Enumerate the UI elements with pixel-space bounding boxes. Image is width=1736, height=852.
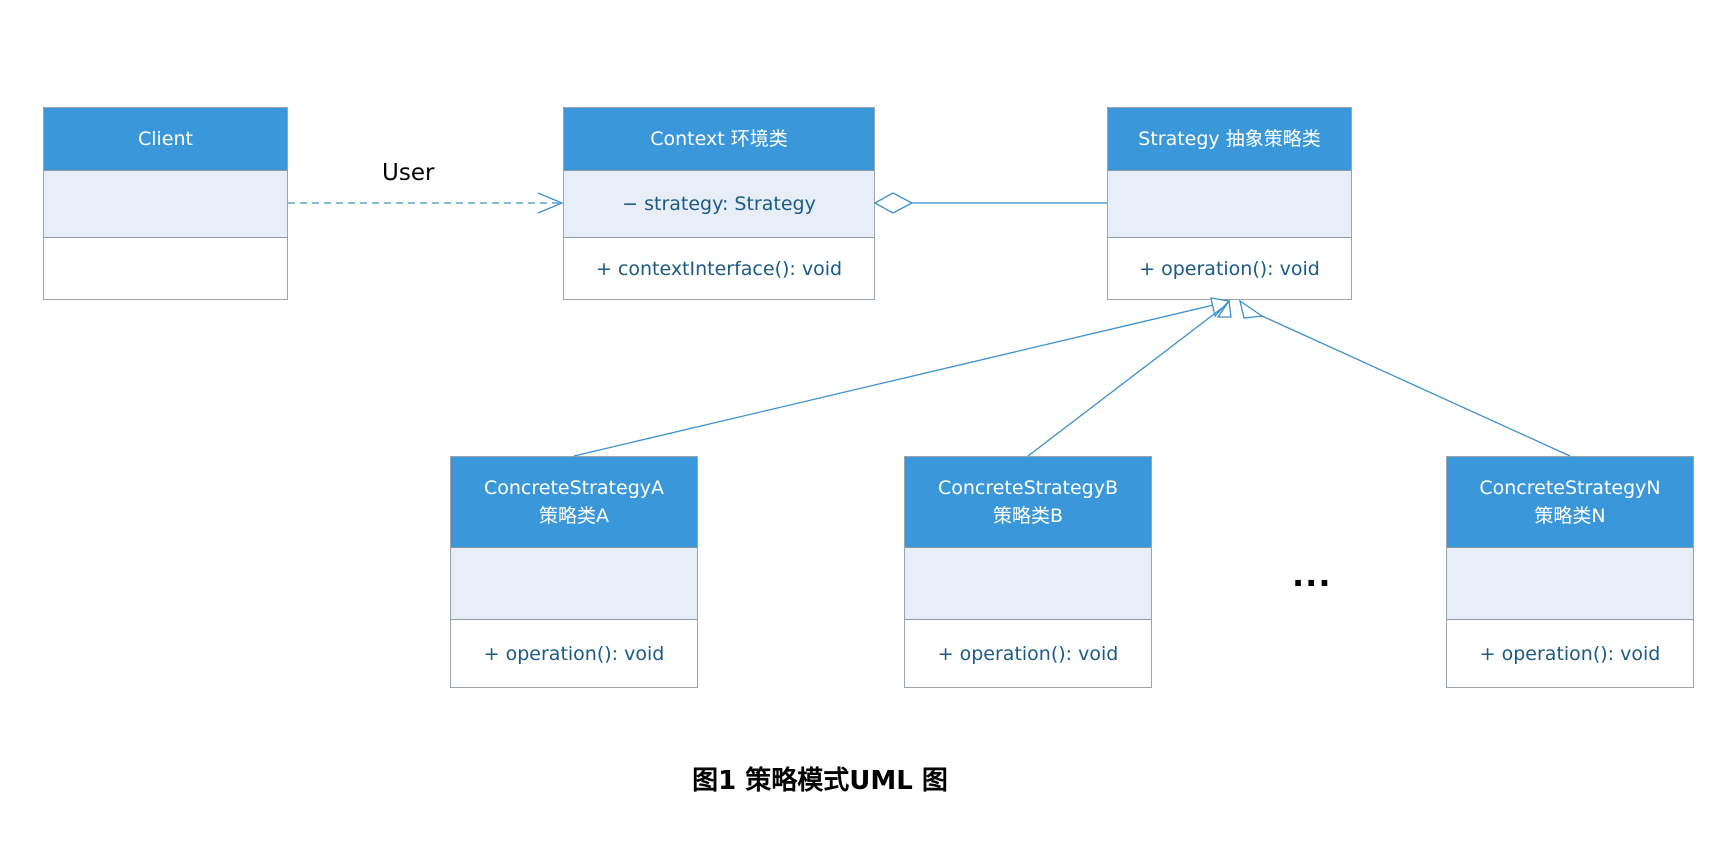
more-strategies-ellipsis: ... — [1292, 556, 1332, 594]
realization-arrowhead-n — [1238, 299, 1264, 319]
aggregation-diamond — [873, 192, 914, 214]
realization-line-b — [1027, 307, 1223, 457]
dependency-label: User — [382, 160, 435, 186]
figure-caption: 图1 策略模式UML 图 — [692, 766, 948, 796]
realization-line-n — [1261, 315, 1571, 457]
connectors-layer — [288, 192, 1571, 457]
realization-line-a — [573, 302, 1223, 457]
